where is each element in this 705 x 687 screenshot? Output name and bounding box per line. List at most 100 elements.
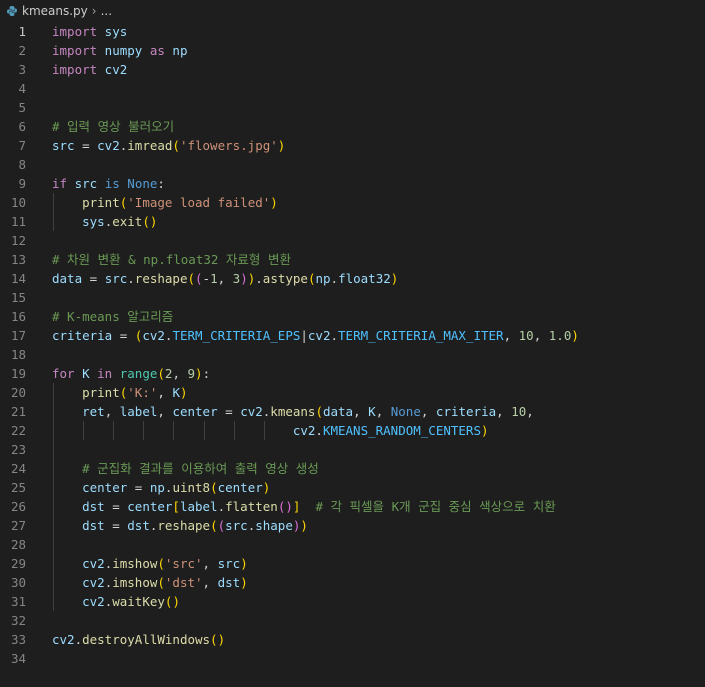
code-token: cv2 bbox=[240, 404, 263, 419]
code-token: numpy bbox=[97, 43, 150, 58]
line-content: dst = center[label.flatten()] # 각 픽셀을 K개… bbox=[52, 497, 556, 516]
code-token: cv2 bbox=[97, 62, 128, 77]
code-editor[interactable]: kmeans.py › ... 1 import sys 2 import numpy… bbox=[0, 0, 705, 687]
code-token: 'src' bbox=[164, 556, 203, 571]
indent-guide bbox=[53, 440, 54, 459]
code-token: . bbox=[315, 423, 323, 438]
line-content: print('K:', K) bbox=[52, 383, 187, 402]
code-line[interactable]: 3 import cv2 bbox=[0, 60, 705, 79]
line-number: 29 bbox=[10, 556, 26, 571]
code-line[interactable]: 2 import numpy as np bbox=[0, 41, 705, 60]
code-line[interactable]: 13 # 차원 변환 & np.float32 자료형 변환 bbox=[0, 250, 705, 269]
code-line[interactable]: 15 bbox=[0, 288, 705, 307]
line-number: 20 bbox=[10, 385, 26, 400]
code-line[interactable]: 16 # K-means 알고리즘 bbox=[0, 307, 705, 326]
code-token: ( bbox=[210, 518, 218, 533]
code-line[interactable]: 27 dst = dst.reshape((src.shape)) bbox=[0, 516, 705, 535]
code-line[interactable]: 30 cv2.imshow('dst', dst) bbox=[0, 573, 705, 592]
code-token: 'flowers.jpg' bbox=[179, 138, 278, 153]
code-line[interactable]: 25 center = np.uint8(center) bbox=[0, 478, 705, 497]
code-token: 'K:' bbox=[127, 385, 158, 400]
code-line[interactable]: 14 data = src.reshape((-1, 3)).astype(np.… bbox=[0, 269, 705, 288]
code-line[interactable]: 11 sys.exit() bbox=[0, 212, 705, 231]
code-line[interactable]: 26 dst = center[label.flatten()] # 각 픽셀을… bbox=[0, 497, 705, 516]
code-token: 10 bbox=[511, 404, 527, 419]
code-token: kmeans bbox=[270, 404, 316, 419]
code-line[interactable]: 31 cv2.waitKey() bbox=[0, 592, 705, 611]
code-line[interactable]: 33 cv2.destroyAllWindows() bbox=[0, 630, 705, 649]
line-number: 24 bbox=[10, 461, 26, 476]
code-token: for bbox=[52, 366, 75, 381]
code-line[interactable]: 21 ret, label, center = cv2.kmeans(data,… bbox=[0, 402, 705, 421]
code-line[interactable]: 29 cv2.imshow('src', src) bbox=[0, 554, 705, 573]
line-number: 6 bbox=[18, 119, 26, 134]
code-token: cv2 bbox=[307, 328, 331, 343]
code-line[interactable]: 28 bbox=[0, 535, 705, 554]
code-token: , bbox=[104, 404, 120, 419]
code-token: src bbox=[225, 518, 248, 533]
line-number: 26 bbox=[10, 499, 26, 514]
code-line[interactable]: 24 # 군집화 결과를 이용하여 출력 영상 생성 bbox=[0, 459, 705, 478]
code-token: imshow bbox=[112, 556, 158, 571]
line-content: # K-means 알고리즘 bbox=[52, 307, 173, 326]
code-token: ( bbox=[210, 632, 218, 647]
code-token: destroyAllWindows bbox=[82, 632, 211, 647]
code-line[interactable]: 22 cv2.KMEANS_RANDOM_CENTERS) bbox=[0, 421, 705, 440]
code-token: data bbox=[322, 404, 354, 419]
code-token: # K-means 알고리즘 bbox=[52, 309, 174, 324]
line-number: 10 bbox=[10, 195, 26, 210]
code-token: - bbox=[202, 271, 211, 286]
code-line[interactable]: 34 bbox=[0, 649, 705, 668]
code-token: import bbox=[52, 62, 98, 77]
line-number: 32 bbox=[10, 613, 26, 628]
code-token: , bbox=[353, 404, 369, 419]
code-line[interactable]: 17 criteria = (cv2.TERM_CRITERIA_EPS|cv2.… bbox=[0, 326, 705, 345]
code-token: criteria bbox=[435, 404, 497, 419]
breadcrumb-ellipsis[interactable]: ... bbox=[101, 4, 112, 18]
code-token: is bbox=[104, 176, 120, 191]
code-line[interactable]: 4 bbox=[0, 79, 705, 98]
code-line[interactable]: 8 bbox=[0, 155, 705, 174]
code-line[interactable]: 7 src = cv2.imread('flowers.jpg') bbox=[0, 136, 705, 155]
code-token: label bbox=[179, 499, 218, 514]
code-line[interactable]: 1 import sys bbox=[0, 22, 705, 41]
code-token: imshow bbox=[112, 575, 158, 590]
code-token: = bbox=[104, 499, 128, 514]
line-number: 1 bbox=[18, 24, 26, 39]
code-token: ) bbox=[217, 632, 226, 647]
code-line[interactable]: 10 print('Image load failed') bbox=[0, 193, 705, 212]
code-token: import bbox=[52, 24, 98, 39]
code-line[interactable]: 9 if src is None: bbox=[0, 174, 705, 193]
code-line[interactable]: 18 bbox=[0, 345, 705, 364]
code-token: range bbox=[119, 366, 158, 381]
code-line[interactable]: 19 for K in range(2, 9): bbox=[0, 364, 705, 383]
code-token: cv2 bbox=[142, 328, 165, 343]
code-line[interactable]: 32 bbox=[0, 611, 705, 630]
code-token: cv2 bbox=[82, 575, 105, 590]
line-content: dst = dst.reshape((src.shape)) bbox=[52, 516, 308, 535]
code-token: exit bbox=[112, 214, 143, 229]
code-line[interactable]: 20 print('K:', K) bbox=[0, 383, 705, 402]
code-token: = bbox=[82, 271, 105, 286]
code-token: 'Image load failed' bbox=[127, 195, 271, 210]
code-token: uint8 bbox=[172, 480, 211, 495]
code-line[interactable]: 6 # 입력 영상 불러오기 bbox=[0, 117, 705, 136]
code-token: # 차원 변환 & np.float32 자료형 변환 bbox=[52, 252, 291, 267]
indent-guide bbox=[53, 535, 54, 554]
code-token: , bbox=[202, 556, 218, 571]
code-token: 9 bbox=[187, 366, 196, 381]
line-content: src = cv2.imread('flowers.jpg') bbox=[52, 136, 285, 155]
code-token: ) bbox=[277, 138, 286, 153]
code-line[interactable]: 12 bbox=[0, 231, 705, 250]
breadcrumb-file[interactable]: kmeans.py bbox=[22, 4, 88, 18]
code-area[interactable]: 1 import sys 2 import numpy as np 3 import cv… bbox=[0, 22, 705, 668]
code-token: src bbox=[67, 176, 105, 191]
code-token: . bbox=[330, 271, 339, 286]
code-line[interactable]: 23 bbox=[0, 440, 705, 459]
code-token: print bbox=[82, 385, 120, 400]
code-token: cv2 bbox=[97, 138, 120, 153]
code-line[interactable]: 5 bbox=[0, 98, 705, 117]
